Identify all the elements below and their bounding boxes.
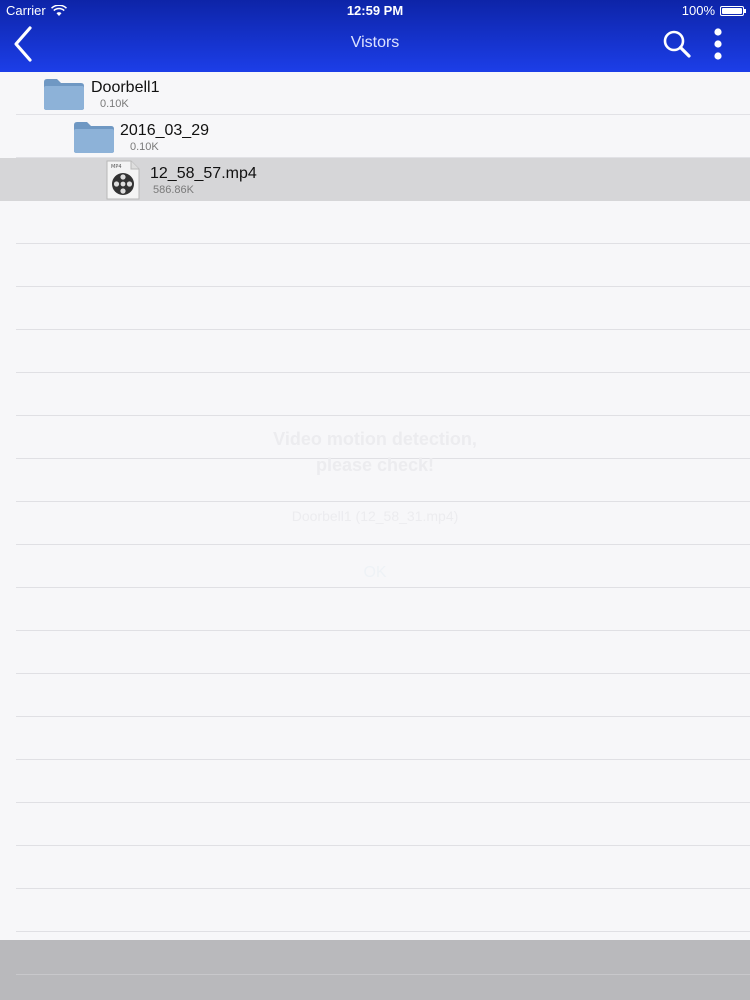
item-size: 0.10K [100,98,129,110]
search-button[interactable] [660,28,694,60]
item-name: 12_58_57.mp4 [150,165,257,182]
battery-icon [720,5,746,16]
bottom-toolbar [0,940,750,1000]
list-item-folder-2016-03-29[interactable]: 2016_03_29 0.10K [0,115,750,158]
folder-icon [74,122,114,153]
status-time: 12:59 PM [346,3,404,18]
item-name: Doorbell1 [91,79,160,96]
page-title: Vistors [350,34,400,51]
navigation-bar: Carrier 12:59 PM 100% Vistors [0,0,750,72]
motion-alert-dialog: Video motion detection, please check! Do… [200,418,550,598]
folder-icon [44,79,84,110]
search-icon [663,30,691,58]
alert-title: Video motion detection, please check! [273,429,477,475]
status-bar: Carrier 12:59 PM 100% [0,0,750,20]
alert-message: Doorbell1 (12_58_31.mp4) [291,508,459,524]
more-options-button[interactable] [706,26,730,62]
more-vertical-icon [714,28,722,60]
list-item-folder-doorbell1[interactable]: Doorbell1 0.10K [0,72,750,115]
list-item-video-12-58-57[interactable]: MP4 12_58_57.mp4 586.86K [0,158,750,201]
video-file-icon: MP4 [106,160,140,200]
file-type-badge: MP4 [111,164,122,170]
alert-ok-button[interactable]: OK [350,564,400,582]
item-size: 0.10K [130,141,159,153]
item-name: 2016_03_29 [120,122,209,139]
battery-percent: 100% [681,3,715,18]
item-size: 586.86K [153,184,194,196]
